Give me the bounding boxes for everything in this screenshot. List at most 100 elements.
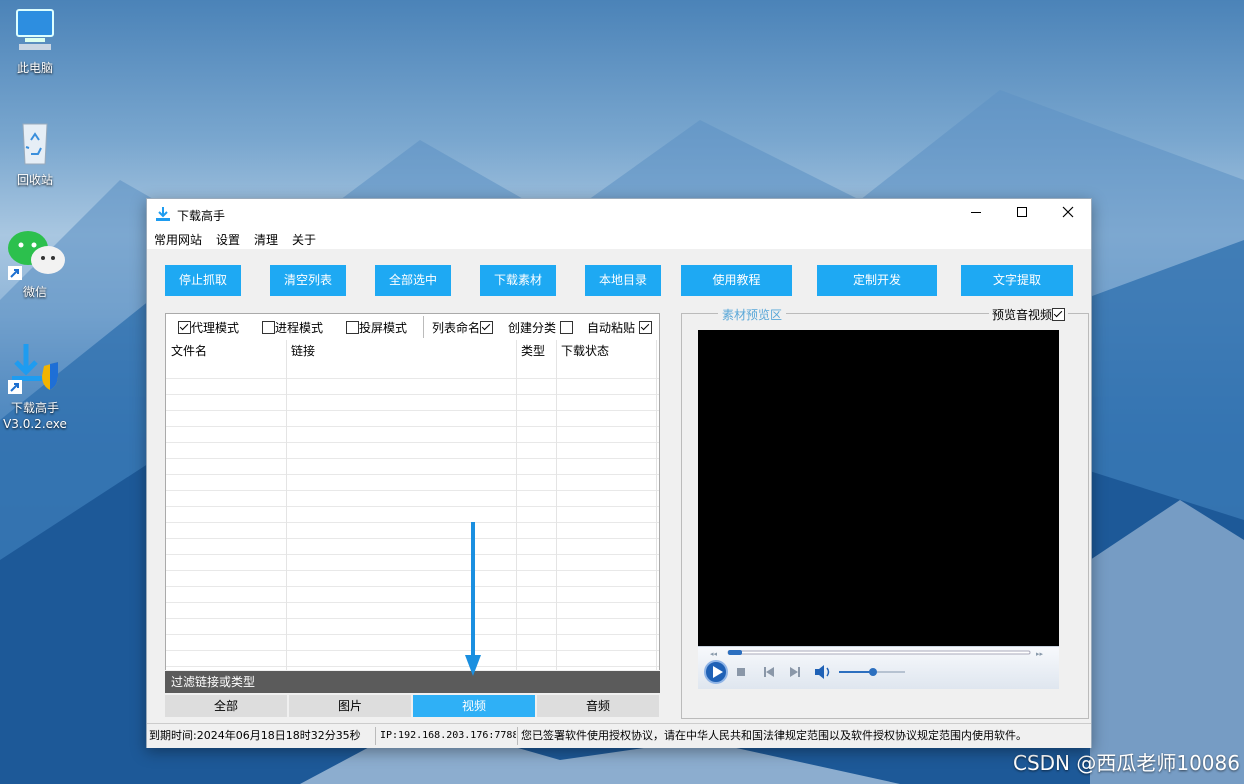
menu-settings[interactable]: 设置 [216,231,240,248]
app-window: 下载高手 常用网站 设置 清理 关于 停止抓取 清空列表 全部选中 下载素材 本… [146,198,1092,748]
csdn-watermark: CSDN @西瓜老师10086 [1012,751,1240,775]
close-button[interactable] [1045,199,1091,229]
close-icon [1062,206,1074,218]
preview-panel: 素材预览区 预览音视频 ◂◂ ▸▸ [681,306,1089,719]
maximize-icon [1017,207,1027,217]
desktop-icon-label: 下载高手 [10,401,59,415]
checkbox[interactable] [262,321,275,334]
table-row-line [166,538,659,539]
table-row-line [166,650,659,651]
table-column-line [556,340,557,670]
options-row: 代理模式 进程模式 投屏模式 列表命名 创建分类 自动粘贴 [165,313,660,341]
rewind-icon: ◂◂ [710,650,718,658]
stop-icon [737,668,745,676]
option-process-mode[interactable]: 进程模式 [262,319,323,336]
status-bar: 到期时间:2024年06月18日18时32分35秒 IP:192.168.203… [147,723,1091,748]
table-column-line [286,340,287,670]
resource-list-panel: 代理模式 进程模式 投屏模式 列表命名 创建分类 自动粘贴 文件名 链接 类型 … [165,313,660,717]
table-row-line [166,602,659,603]
menu-about[interactable]: 关于 [292,231,316,248]
filter-tab-all[interactable]: 全部 [165,695,287,717]
table-row-line [166,490,659,491]
tutorial-button[interactable]: 使用教程 [681,265,792,296]
column-header-status[interactable]: 下载状态 [556,340,656,362]
menu-clean[interactable]: 清理 [254,231,278,248]
option-proxy-mode[interactable]: 代理模式 [178,319,239,336]
checkbox[interactable] [178,321,191,334]
divider [517,727,518,745]
video-player[interactable] [698,330,1059,646]
window-title: 下载高手 [177,209,226,223]
menu-common-sites[interactable]: 常用网站 [154,231,202,248]
download-assets-button[interactable]: 下载素材 [480,265,556,296]
column-header-filename[interactable]: 文件名 [166,340,286,362]
menu-bar: 常用网站 设置 清理 关于 [147,229,1091,249]
desktop-icon-label: 微信 [22,285,47,299]
desktop-icon-label-version: V3.0.2.exe [3,417,67,431]
title-bar[interactable]: 下载高手 [147,199,1091,229]
minimize-button[interactable] [953,199,999,229]
clear-list-button[interactable]: 清空列表 [270,265,346,296]
table-row-line [166,586,659,587]
table-row-line [166,458,659,459]
preview-av-option[interactable]: 预览音视频 [988,306,1068,323]
checkbox[interactable] [480,321,494,334]
option-list-naming[interactable]: 列表命名 [432,319,494,336]
desktop-icon-downloader[interactable]: 下载高手 V3.0.2.exe [0,340,70,432]
table-row-line [166,554,659,555]
divider [375,727,376,745]
table-row-line [166,426,659,427]
downloader-app-icon [8,344,58,394]
checkbox[interactable] [559,321,573,334]
previous-icon [766,667,774,677]
table-column-line [516,340,517,670]
volume-icon [815,665,824,679]
table-row-line [166,570,659,571]
resource-table[interactable]: 文件名 链接 类型 下载状态 [165,340,660,670]
table-row-line [166,474,659,475]
filter-input[interactable]: 过滤链接或类型 [165,671,660,693]
option-cast-mode[interactable]: 投屏模式 [346,319,407,336]
table-row-line [166,618,659,619]
seek-thumb [728,650,742,655]
table-row-line [166,410,659,411]
filter-tab-image[interactable]: 图片 [289,695,411,717]
download-icon [156,207,170,221]
minimize-icon [971,212,981,213]
recycle-bin-icon [22,123,48,165]
desktop-icon-label: 此电脑 [16,61,53,75]
local-folder-button[interactable]: 本地目录 [585,265,661,296]
desktop-icon-wechat[interactable]: 微信 [0,228,70,300]
status-ip: IP:192.168.203.176:7788 [380,730,516,741]
player-controls: ◂◂ ▸▸ [698,646,1059,689]
checkbox[interactable] [1052,308,1065,321]
divider [423,316,424,338]
stop-capture-button[interactable]: 停止抓取 [165,265,241,296]
volume-thumb [869,668,877,676]
next-icon [790,667,798,677]
computer-icon [16,9,54,50]
desktop-icon-label: 回收站 [16,173,53,187]
desktop-icon-this-pc[interactable]: 此电脑 [0,6,70,76]
checkbox[interactable] [638,321,652,334]
filter-tab-audio[interactable]: 音频 [537,695,659,717]
option-auto-paste[interactable]: 自动粘贴 [587,319,652,336]
select-all-button[interactable]: 全部选中 [375,265,451,296]
status-notice: 您已签署软件使用授权协议，请在中华人民共和国法律规定范围以及软件授权协议规定范围… [521,729,1027,742]
table-row-line [166,506,659,507]
maximize-button[interactable] [999,199,1045,229]
table-row-line [166,442,659,443]
checkbox[interactable] [346,321,359,334]
option-create-category[interactable]: 创建分类 [508,319,573,336]
column-header-type[interactable]: 类型 [516,340,556,362]
fast-forward-icon: ▸▸ [1036,650,1044,658]
desktop-icon-recycle-bin[interactable]: 回收站 [0,118,70,188]
table-row-line [166,634,659,635]
table-column-line [656,340,657,670]
table-row-line [166,666,659,667]
text-extract-button[interactable]: 文字提取 [961,265,1073,296]
table-row-line [166,378,659,379]
filter-tab-video[interactable]: 视频 [413,695,535,717]
column-header-link[interactable]: 链接 [286,340,516,362]
custom-dev-button[interactable]: 定制开发 [817,265,937,296]
